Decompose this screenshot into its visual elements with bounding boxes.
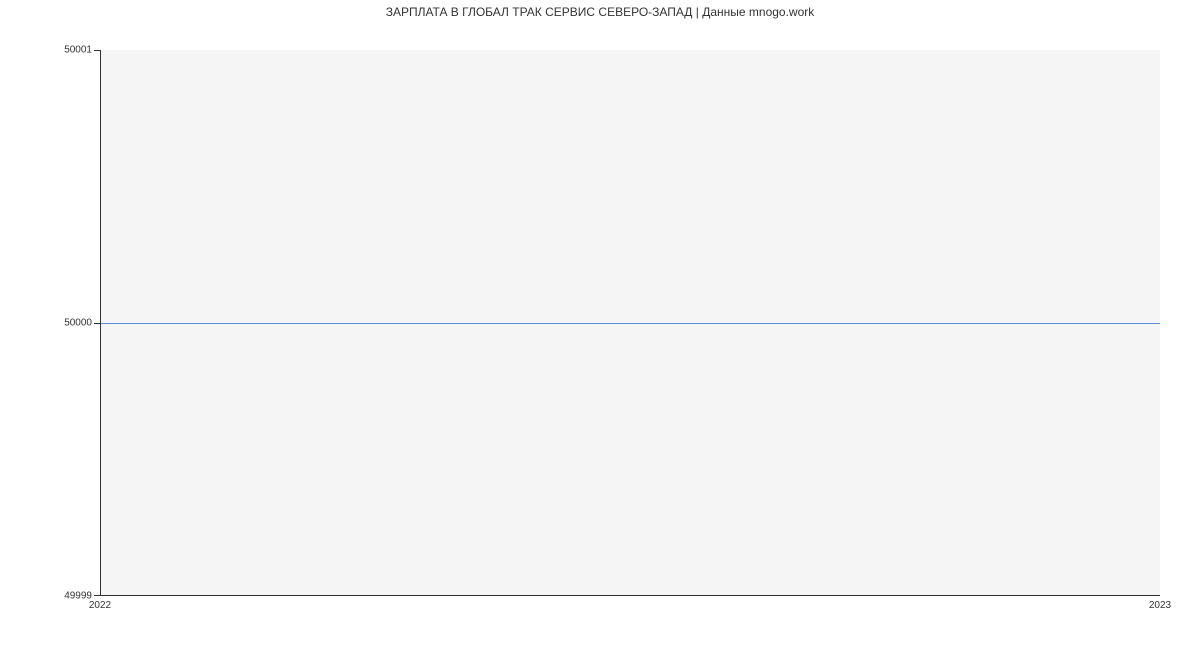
y-axis-label: 50001: [64, 45, 92, 56]
x-axis-label: 2022: [89, 600, 111, 611]
x-axis-label: 2023: [1149, 600, 1171, 611]
data-line: [101, 323, 1160, 324]
y-axis-label: 50000: [64, 318, 92, 329]
y-axis-label: 49999: [64, 591, 92, 602]
y-tick: [94, 595, 100, 596]
chart-title: ЗАРПЛАТА В ГЛОБАЛ ТРАК СЕРВИС СЕВЕРО-ЗАП…: [0, 5, 1200, 19]
plot-area: [100, 50, 1160, 596]
y-tick: [94, 323, 100, 324]
y-tick: [94, 50, 100, 51]
